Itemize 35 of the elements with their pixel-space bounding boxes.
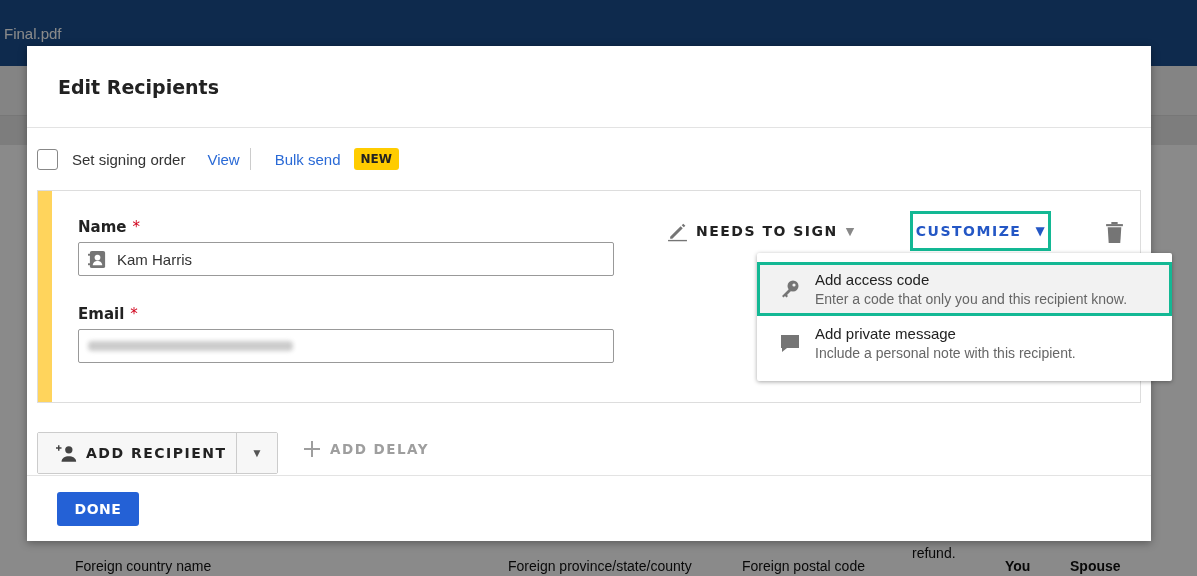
bulk-send-link[interactable]: Bulk send xyxy=(274,150,341,168)
field-label: Name xyxy=(78,218,127,236)
delete-icon[interactable] xyxy=(1105,222,1123,243)
required-mark: * xyxy=(130,305,138,323)
form-label: refund. xyxy=(912,546,956,561)
menu-item[interactable]: Add private message Include a personal note with this recipient. xyxy=(757,316,1172,370)
dialog-title: Edit Recipients xyxy=(58,75,219,98)
form-label: You xyxy=(1005,559,1031,574)
role-dropdown[interactable]: NEEDS TO SIGN ▼ xyxy=(667,211,856,251)
menu-item-description: Enter a code that only you and this recipient know. xyxy=(815,291,1128,307)
done-button[interactable]: DONE xyxy=(57,491,139,526)
menu-item-title: Add private message xyxy=(815,325,957,342)
menu-item-title: Add access code xyxy=(815,271,931,288)
field-label: Email xyxy=(78,305,125,323)
required-mark: * xyxy=(132,218,140,236)
menu-item[interactable]: Add access code Enter a code that only you and this recipient know. xyxy=(757,262,1172,316)
contact-card-icon xyxy=(88,249,107,269)
email-field[interactable] xyxy=(78,329,614,363)
new-badge: NEW xyxy=(353,148,399,170)
speech-bubble-icon xyxy=(780,333,800,353)
checkbox[interactable] xyxy=(37,148,58,170)
form-label: Spouse xyxy=(1070,559,1121,574)
name-field[interactable]: Kam Harris xyxy=(78,242,614,276)
form-label: Foreign postal code xyxy=(742,559,865,574)
form-label: Foreign country name xyxy=(75,559,212,574)
view-link[interactable]: View xyxy=(207,150,240,168)
menu-item-description: Include a personal note with this recipient. xyxy=(815,345,1076,361)
add-person-icon xyxy=(56,443,78,463)
form-label: Foreign province/state/county xyxy=(508,559,692,574)
file-name: Final.pdf xyxy=(4,24,62,42)
plus-icon xyxy=(304,441,320,457)
add-recipient-button[interactable]: ADD RECIPIENT xyxy=(38,433,237,473)
customize-button[interactable]: CUSTOMIZE ▼ xyxy=(909,211,1051,251)
key-icon xyxy=(780,279,800,299)
checkbox-label: Set signing order xyxy=(72,150,186,168)
